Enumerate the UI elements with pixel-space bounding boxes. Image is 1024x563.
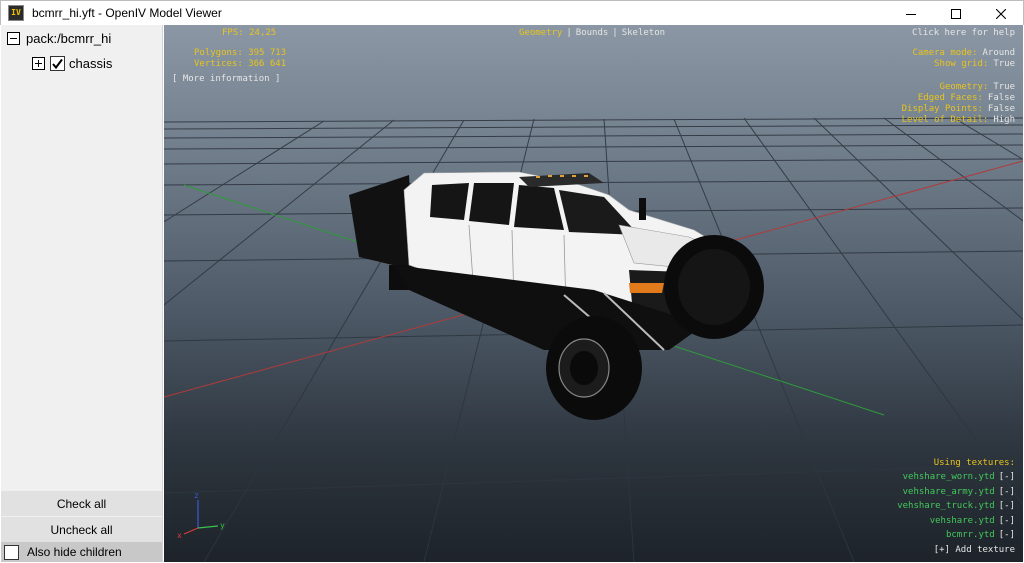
remove-texture-button[interactable]: [-] [999,516,1015,527]
show-grid-value[interactable]: True [993,59,1015,70]
also-hide-children-row[interactable]: Also hide children [1,542,162,562]
texture-name[interactable]: vehshare_army.ytd [903,487,995,498]
display-points-label: Display Points: [901,104,983,114]
texture-item: vehshare_worn.ytd [-] [897,471,1015,486]
axis-gizmo-icon: z y x [177,491,225,540]
camera-mode-label: Camera mode: [912,48,978,58]
remove-texture-button[interactable]: [-] [999,501,1015,512]
model-viewport[interactable]: FPS: 24,25 Polygons: 395 713 Vertices: 3… [164,25,1023,562]
axis-x-label: x [177,531,182,540]
vertices-value: 366 641 [248,59,287,69]
tree-item-chassis[interactable]: chassis [32,53,112,73]
textures-panel: Using textures: vehshare_worn.ytd [-] veh… [897,456,1015,558]
texture-name[interactable]: bcmrr.ytd [946,530,995,541]
camera-mode-setting[interactable]: Camera mode: Around [912,48,1015,59]
remove-texture-button[interactable]: [-] [999,530,1015,541]
tab-separator: | [566,28,572,38]
edged-faces-setting[interactable]: Edged Faces: False [902,93,1015,104]
polygons-readout: Polygons: 395 713 [194,48,286,59]
axis-z-label: z [194,491,199,500]
tab-bounds[interactable]: Bounds [576,28,609,39]
texture-item: bcmrr.ytd [-] [897,529,1015,544]
texture-item: vehshare_truck.ytd [-] [897,500,1015,515]
display-points-setting[interactable]: Display Points: False [902,104,1015,115]
window-controls [888,1,1023,26]
tree-root-label[interactable]: pack:/bcmrr_hi [26,31,111,46]
minimize-icon [905,13,916,15]
fps-value: 24,25 [249,28,277,38]
tab-geometry[interactable]: Geometry [519,28,562,39]
check-all-button[interactable]: Check all [1,491,162,516]
model-tree-panel: pack:/bcmrr_hi chassis Check all Uncheck… [1,25,163,562]
render-settings: Geometry: True Edged Faces: False Display … [902,82,1015,126]
remove-texture-button[interactable]: [-] [999,472,1015,483]
grid-and-model-canvas [164,117,1023,562]
window-title: bcmrr_hi.yft - OpenIV Model Viewer [32,6,222,20]
texture-item: vehshare_army.ytd [-] [897,485,1015,500]
geometry-label: Geometry: [939,82,989,92]
vertices-label: Vertices: [194,59,243,69]
collapse-toggle-icon[interactable] [7,31,20,45]
checkmark-icon [52,58,63,69]
polygons-label: Polygons: [194,48,243,58]
texture-item: vehshare.ytd [-] [897,514,1015,529]
close-button[interactable] [978,1,1023,26]
camera-mode-value[interactable]: Around [982,48,1015,59]
chassis-checkbox[interactable] [50,55,65,71]
openiv-app-icon[interactable]: IV [8,5,24,21]
close-icon [995,8,1006,19]
display-points-value[interactable]: False [988,104,1015,115]
render-mode-tabs: Geometry | Bounds | Skeleton [519,28,665,39]
more-information-link[interactable]: [ More information ] [172,74,280,85]
tab-separator: | [612,28,618,38]
edged-faces-value[interactable]: False [988,93,1015,104]
geometry-setting[interactable]: Geometry: True [902,82,1015,93]
help-link[interactable]: Click here for help [912,28,1015,39]
maximize-button[interactable] [933,1,978,26]
view-settings: Camera mode: Around Show grid: True [912,48,1015,70]
also-hide-children-checkbox[interactable] [4,544,19,560]
using-textures-label: Using textures: [933,457,1015,468]
texture-name[interactable]: vehshare_worn.ytd [903,472,995,483]
lod-label: Level of Detail: [901,115,989,125]
truck-model [349,171,764,420]
uncheck-all-button[interactable]: Uncheck all [1,517,162,542]
expand-toggle-icon[interactable] [32,56,45,70]
tree-item-label[interactable]: chassis [69,56,112,71]
lod-value[interactable]: High [993,115,1015,126]
also-hide-children-label: Also hide children [27,545,122,559]
show-grid-label: Show grid: [934,59,989,69]
maximize-icon [950,8,961,19]
fps-label: FPS: [222,28,244,38]
polygons-value: 395 713 [248,48,287,58]
remove-texture-button[interactable]: [-] [999,487,1015,498]
show-grid-setting[interactable]: Show grid: True [912,59,1015,70]
add-texture-button[interactable]: [+] Add texture [934,545,1015,556]
fps-readout: FPS: 24,25 [222,28,276,39]
edged-faces-label: Edged Faces: [917,93,983,103]
texture-name[interactable]: vehshare_truck.ytd [897,501,995,512]
title-bar: IV bcmrr_hi.yft - OpenIV Model Viewer [0,0,1024,25]
axis-y-label: y [220,521,225,530]
geometry-value[interactable]: True [993,82,1015,93]
vertices-readout: Vertices: 366 641 [194,59,286,70]
tree-root-row[interactable]: pack:/bcmrr_hi [7,28,111,48]
minimize-button[interactable] [888,1,933,26]
tab-skeleton[interactable]: Skeleton [622,28,665,39]
texture-name[interactable]: vehshare.ytd [930,516,995,527]
lod-setting[interactable]: Level of Detail: High [902,115,1015,126]
